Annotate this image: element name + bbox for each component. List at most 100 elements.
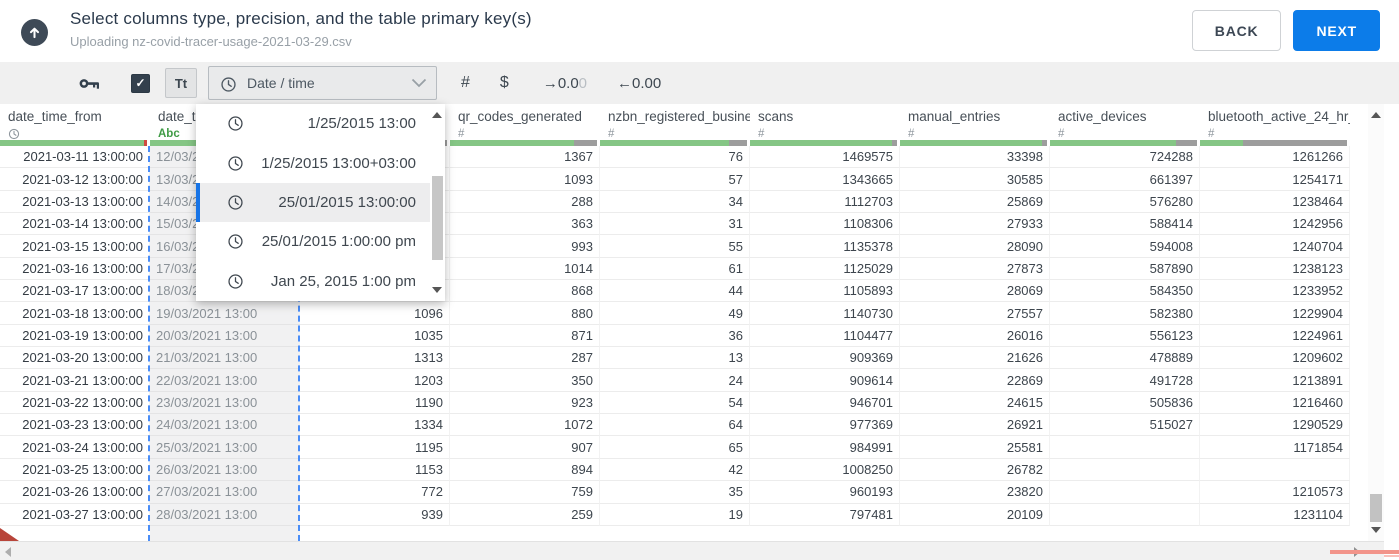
table-cell[interactable]: 1229904 bbox=[1200, 302, 1350, 325]
table-cell[interactable]: 1008250 bbox=[750, 458, 900, 482]
format-option[interactable]: 1/25/2015 13:00+03:00 bbox=[196, 143, 445, 182]
scroll-up-icon[interactable] bbox=[1371, 112, 1381, 118]
table-cell[interactable]: 909614 bbox=[750, 369, 900, 392]
table-cell[interactable]: 960193 bbox=[750, 481, 900, 504]
table-cell[interactable]: 1125029 bbox=[750, 257, 900, 281]
table-cell[interactable] bbox=[1050, 436, 1200, 459]
table-cell[interactable]: 587890 bbox=[1050, 257, 1200, 281]
table-cell[interactable]: 2021-03-15 13:00:00 bbox=[0, 235, 150, 258]
table-cell[interactable]: 36 bbox=[600, 324, 750, 348]
back-button[interactable]: BACK bbox=[1191, 10, 1282, 51]
table-cell[interactable]: 1093 bbox=[450, 168, 600, 191]
table-cell[interactable]: 27933 bbox=[900, 213, 1050, 236]
table-cell[interactable]: 1171854 bbox=[1200, 436, 1350, 459]
table-cell[interactable]: 20109 bbox=[900, 503, 1050, 526]
table-cell[interactable]: 26016 bbox=[900, 324, 1050, 348]
table-cell[interactable]: 25581 bbox=[900, 436, 1050, 459]
table-cell[interactable]: 19 bbox=[600, 503, 750, 526]
table-cell[interactable]: 1209602 bbox=[1200, 347, 1350, 370]
column-header-qr_codes_generated[interactable]: qr_codes_generated # bbox=[450, 104, 600, 140]
table-cell[interactable]: 2021-03-23 13:00:00 bbox=[0, 414, 150, 437]
table-cell[interactable]: 1195 bbox=[300, 436, 450, 459]
table-cell[interactable]: 2021-03-22 13:00:00 bbox=[0, 391, 150, 415]
currency-type-button[interactable]: $ bbox=[500, 74, 509, 92]
table-cell[interactable]: 25/03/2021 13:00 bbox=[150, 436, 300, 459]
table-cell[interactable]: 31 bbox=[600, 213, 750, 236]
table-cell[interactable]: 939 bbox=[300, 503, 450, 526]
table-cell[interactable]: 2021-03-11 13:00:00 bbox=[0, 146, 150, 169]
table-cell[interactable]: 61 bbox=[600, 257, 750, 281]
table-cell[interactable]: 1254171 bbox=[1200, 168, 1350, 191]
menu-scrollbar[interactable] bbox=[430, 104, 445, 301]
table-cell[interactable]: 33398 bbox=[900, 146, 1050, 169]
table-cell[interactable]: 34 bbox=[600, 190, 750, 214]
precision-decrease-button[interactable]: ←0.00 bbox=[617, 75, 661, 92]
table-cell[interactable]: 2021-03-16 13:00:00 bbox=[0, 257, 150, 281]
table-cell[interactable]: 2021-03-26 13:00:00 bbox=[0, 481, 150, 504]
table-cell[interactable]: 576280 bbox=[1050, 190, 1200, 214]
table-cell[interactable]: 24/03/2021 13:00 bbox=[150, 414, 300, 437]
table-cell[interactable]: 909369 bbox=[750, 347, 900, 370]
table-cell[interactable]: 54 bbox=[600, 391, 750, 415]
table-cell[interactable]: 22869 bbox=[900, 369, 1050, 392]
table-cell[interactable]: 2021-03-17 13:00:00 bbox=[0, 280, 150, 303]
table-cell[interactable]: 1213891 bbox=[1200, 369, 1350, 392]
scroll-down-icon[interactable] bbox=[432, 287, 442, 293]
table-cell[interactable]: 19/03/2021 13:00 bbox=[150, 302, 300, 325]
menu-scrollbar-thumb[interactable] bbox=[432, 176, 443, 260]
table-cell[interactable]: 880 bbox=[450, 302, 600, 325]
table-cell[interactable]: 772 bbox=[300, 481, 450, 504]
table-horizontal-scrollbar[interactable] bbox=[0, 541, 1384, 560]
table-cell[interactable]: 2021-03-14 13:00:00 bbox=[0, 213, 150, 236]
table-cell[interactable]: 1313 bbox=[300, 347, 450, 370]
table-cell[interactable]: 594008 bbox=[1050, 235, 1200, 258]
table-cell[interactable]: 661397 bbox=[1050, 168, 1200, 191]
table-cell[interactable]: 23820 bbox=[900, 481, 1050, 504]
table-cell[interactable]: 35 bbox=[600, 481, 750, 504]
table-cell[interactable]: 797481 bbox=[750, 503, 900, 526]
table-cell[interactable]: 350 bbox=[450, 369, 600, 392]
table-cell[interactable]: 1190 bbox=[300, 391, 450, 415]
table-cell[interactable]: 1334 bbox=[300, 414, 450, 437]
table-cell[interactable]: 984991 bbox=[750, 436, 900, 459]
table-cell[interactable]: 2021-03-25 13:00:00 bbox=[0, 458, 150, 482]
table-cell[interactable]: 1469575 bbox=[750, 146, 900, 169]
table-cell[interactable]: 1231104 bbox=[1200, 503, 1350, 526]
table-cell[interactable]: 64 bbox=[600, 414, 750, 437]
table-cell[interactable]: 2021-03-19 13:00:00 bbox=[0, 324, 150, 348]
table-cell[interactable]: 1261266 bbox=[1200, 146, 1350, 169]
table-cell[interactable]: 65 bbox=[600, 436, 750, 459]
table-cell[interactable]: 1224961 bbox=[1200, 324, 1350, 348]
table-cell[interactable]: 28090 bbox=[900, 235, 1050, 258]
table-cell[interactable]: 584350 bbox=[1050, 280, 1200, 303]
format-option[interactable]: 25/01/2015 13:00:00 bbox=[196, 182, 445, 223]
table-cell[interactable]: 1108306 bbox=[750, 213, 900, 236]
table-cell[interactable]: 759 bbox=[450, 481, 600, 504]
table-cell[interactable]: 2021-03-24 13:00:00 bbox=[0, 436, 150, 459]
table-cell[interactable]: 2021-03-13 13:00:00 bbox=[0, 190, 150, 214]
table-cell[interactable]: 21/03/2021 13:00 bbox=[150, 347, 300, 370]
column-header-nzbn_registered_busine[interactable]: nzbn_registered_busine # bbox=[600, 104, 750, 140]
table-cell[interactable] bbox=[1050, 481, 1200, 504]
scroll-down-icon[interactable] bbox=[1371, 527, 1381, 533]
number-type-button[interactable]: # bbox=[461, 74, 470, 92]
table-cell[interactable]: 259 bbox=[450, 503, 600, 526]
table-cell[interactable]: 478889 bbox=[1050, 347, 1200, 370]
table-cell[interactable]: 27/03/2021 13:00 bbox=[150, 481, 300, 504]
table-cell[interactable] bbox=[1050, 503, 1200, 526]
table-cell[interactable]: 1210573 bbox=[1200, 481, 1350, 504]
precision-increase-button[interactable]: →0.00 bbox=[543, 75, 587, 92]
table-cell[interactable]: 588414 bbox=[1050, 213, 1200, 236]
table-cell[interactable]: 30585 bbox=[900, 168, 1050, 191]
table-cell[interactable] bbox=[1200, 458, 1350, 482]
table-cell[interactable]: 1242956 bbox=[1200, 213, 1350, 236]
table-cell[interactable]: 1216460 bbox=[1200, 391, 1350, 415]
table-cell[interactable]: 2021-03-20 13:00:00 bbox=[0, 347, 150, 370]
table-cell[interactable]: 22/03/2021 13:00 bbox=[150, 369, 300, 392]
column-header-bluetooth_active_24_hr_[interactable]: bluetooth_active_24_hr_ # bbox=[1200, 104, 1350, 140]
column-header-date_time_from[interactable]: date_time_from bbox=[0, 104, 150, 140]
table-cell[interactable]: 26921 bbox=[900, 414, 1050, 437]
table-cell[interactable]: 1203 bbox=[300, 369, 450, 392]
table-cell[interactable]: 515027 bbox=[1050, 414, 1200, 437]
table-cell[interactable]: 1105893 bbox=[750, 280, 900, 303]
